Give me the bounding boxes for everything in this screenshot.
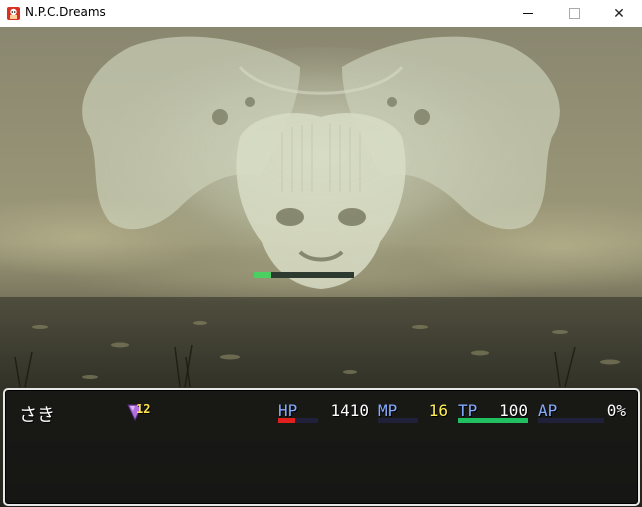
enemy-hp-gauge-fill [254,272,271,278]
maximize-icon [568,8,580,19]
state-turn-count: 12 [136,402,151,416]
close-icon: ✕ [613,5,625,22]
enemy-hp-gauge [254,272,354,278]
actor-name: さき [19,405,55,426]
mp-gauge: MP 16 [378,400,448,424]
app-icon [7,7,20,20]
tp-gauge: TP 100 [458,400,528,424]
title-bar[interactable]: N.P.C.Dreams ✕ [0,0,642,28]
close-button[interactable]: ✕ [596,0,642,27]
mp-gauge-track [378,418,418,423]
hp-gauge-fill [278,418,295,423]
game-window: N.P.C.Dreams ✕ さき 12 HP 1410 MP 16 TP 10… [0,0,642,507]
window-title: N.P.C.Dreams [25,5,106,19]
mp-value: 16 [428,401,448,420]
hp-gauge-track [278,418,318,423]
minimize-icon [523,13,533,14]
minimize-button[interactable] [505,0,551,27]
hp-gauge: HP 1410 [278,400,369,424]
ap-value: 0% [606,401,626,420]
ap-gauge-track [538,418,604,423]
maximize-button[interactable] [551,0,597,27]
tp-value: 100 [499,401,528,420]
battle-status-window[interactable]: さき 12 HP 1410 MP 16 TP 100 AP 0% [3,388,640,506]
ap-gauge: AP 0% [538,400,626,424]
hp-value: 1410 [330,401,369,420]
